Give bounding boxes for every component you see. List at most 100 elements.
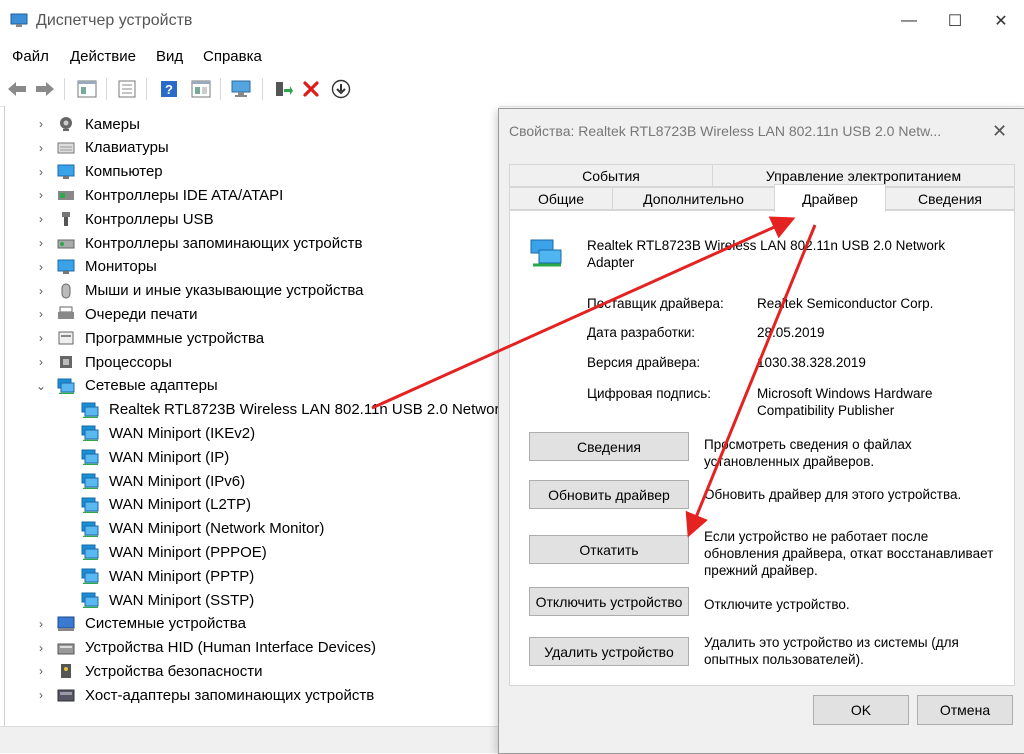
maximize-button[interactable]: ☐ [932,0,978,42]
roll-back-driver-button[interactable]: Откатить [529,535,689,564]
tree-child-item[interactable]: WAN Miniport (PPPOE) [5,540,499,564]
tree-category-item[interactable]: › Хост-адаптеры запоминающих устройств [5,683,499,707]
tree-category-item[interactable]: › Программные устройства [5,326,499,350]
properties-icon[interactable] [76,78,98,100]
disable-device-button[interactable]: Отключить устройство [529,587,689,616]
tree-item-label: WAN Miniport (IPv6) [109,472,246,490]
chevron-right-icon[interactable]: › [35,331,47,345]
tab-driver[interactable]: Драйвер [774,184,886,212]
cancel-button[interactable]: Отмена [917,695,1013,725]
update-driver-desc: Обновить драйвер для этого устройства. [704,487,962,502]
digital-signer-value: Microsoft Windows Hardware [757,386,933,401]
tree-item-label: Клавиатуры [85,139,169,157]
tree-category-item[interactable]: › Камеры [5,112,499,136]
window-title: Диспетчер устройств [36,12,193,29]
device-manager-icon [10,13,28,27]
tree-item-label: WAN Miniport (Network Monitor) [109,520,325,538]
tree-item-label: Очереди печати [85,305,198,323]
menu-help[interactable]: Справка [203,48,262,65]
download-icon[interactable] [330,78,352,100]
chevron-right-icon[interactable]: › [35,117,47,131]
tree-category-item[interactable]: › Контроллеры запоминающих устройств [5,231,499,255]
tree-child-item[interactable]: WAN Miniport (IKEv2) [5,421,499,445]
tree-item-label: Устройства безопасности [85,662,263,680]
help-icon[interactable]: ? [158,78,180,100]
tree-category-item[interactable]: › Клавиатуры [5,136,499,160]
network-icon [81,497,99,514]
tree-category-item[interactable]: › Контроллеры USB [5,207,499,231]
keyboard-icon [57,140,75,156]
tree-category-item[interactable]: › Системные устройства [5,612,499,636]
view-icon[interactable] [116,78,138,100]
chevron-right-icon[interactable]: › [35,284,47,298]
tree-category-item[interactable]: › Устройства HID (Human Interface Devices… [5,636,499,660]
tree-child-item[interactable]: Realtek RTL8723B Wireless LAN 802.11n US… [5,398,499,422]
menu-view[interactable]: Вид [156,48,183,65]
delete-icon[interactable] [300,78,322,100]
network-icon [81,544,99,561]
network-icon [81,473,99,490]
forward-icon[interactable] [34,78,56,100]
chevron-right-icon[interactable]: › [35,307,47,321]
tree-child-item[interactable]: WAN Miniport (L2TP) [5,493,499,517]
dialog-title: Свойства: Realtek RTL8723B Wireless LAN … [509,123,942,139]
security-icon [57,663,75,679]
chevron-right-icon[interactable]: › [35,260,47,274]
tree-item-label: WAN Miniport (SSTP) [109,591,255,609]
tree-child-item[interactable]: WAN Miniport (Network Monitor) [5,517,499,541]
tree-item-label: Процессоры [85,353,172,371]
driver-provider-label: Поставщик драйвера: [587,296,724,311]
tree-item-label: Камеры [85,115,140,133]
tree-category-item[interactable]: › Устройства безопасности [5,659,499,683]
tree-category-item[interactable]: › Компьютер [5,160,499,184]
tree-category-item[interactable]: › Мониторы [5,255,499,279]
chevron-right-icon[interactable]: › [35,165,47,179]
properties-dialog: Свойства: Realtek RTL8723B Wireless LAN … [498,108,1024,754]
back-icon[interactable] [6,78,28,100]
uninstall-device-button[interactable]: Удалить устройство [529,637,689,666]
update-driver-button[interactable]: Обновить драйвер [529,480,689,509]
chevron-right-icon[interactable]: › [35,617,47,631]
computer-icon[interactable] [230,78,252,100]
chevron-right-icon[interactable]: › [35,236,47,250]
ok-button[interactable]: OK [813,695,909,725]
chevron-right-icon[interactable]: › [35,641,47,655]
update-driver-icon[interactable] [272,78,294,100]
tree-child-item[interactable]: WAN Miniport (PPTP) [5,564,499,588]
menu-action[interactable]: Действие [70,48,136,65]
tree-item-label: Контроллеры IDE ATA/ATAPI [85,186,284,204]
tree-category-item[interactable]: › Очереди печати [5,302,499,326]
tab-events[interactable]: События [509,164,713,187]
details-icon[interactable] [190,78,212,100]
tab-details[interactable]: Сведения [885,187,1015,210]
tree-item-label: Контроллеры запоминающих устройств [85,234,363,252]
chevron-right-icon[interactable]: › [35,664,47,678]
tab-advanced[interactable]: Дополнительно [612,187,775,210]
tree-category-item[interactable]: › Контроллеры IDE ATA/ATAPI [5,183,499,207]
dialog-close-button[interactable]: ✕ [992,121,1007,142]
tree-child-item[interactable]: WAN Miniport (SSTP) [5,588,499,612]
close-button[interactable]: ✕ [978,0,1024,42]
network-icon [81,402,99,418]
tree-item-label: Мониторы [85,258,157,276]
chevron-right-icon[interactable]: › [35,355,47,369]
chevron-right-icon[interactable]: › [35,141,47,155]
driver-version-label: Версия драйвера: [587,355,701,370]
tree-category-item[interactable]: › Процессоры [5,350,499,374]
tree-child-item[interactable]: WAN Miniport (IP) [5,445,499,469]
minimize-button[interactable]: — [886,0,932,42]
tab-general[interactable]: Общие [509,187,613,210]
printer-icon [57,306,75,322]
chevron-right-icon[interactable]: › [35,188,47,202]
chevron-right-icon[interactable]: › [35,688,47,702]
driver-version-value: 1030.38.328.2019 [757,355,866,370]
driver-details-button[interactable]: Сведения [529,432,689,461]
tree-category-item[interactable]: ⌄ Сетевые адаптеры [5,374,499,398]
title-bar: Диспетчер устройств — ☐ ✕ [0,0,1024,42]
tree-item-label: Устройства HID (Human Interface Devices) [85,639,377,657]
chevron-right-icon[interactable]: › [35,212,47,226]
chevron-down-icon[interactable]: ⌄ [35,379,47,393]
menu-file[interactable]: Файл [12,48,49,65]
tree-category-item[interactable]: › Мыши и иные указывающие устройства [5,279,499,303]
tree-child-item[interactable]: WAN Miniport (IPv6) [5,469,499,493]
